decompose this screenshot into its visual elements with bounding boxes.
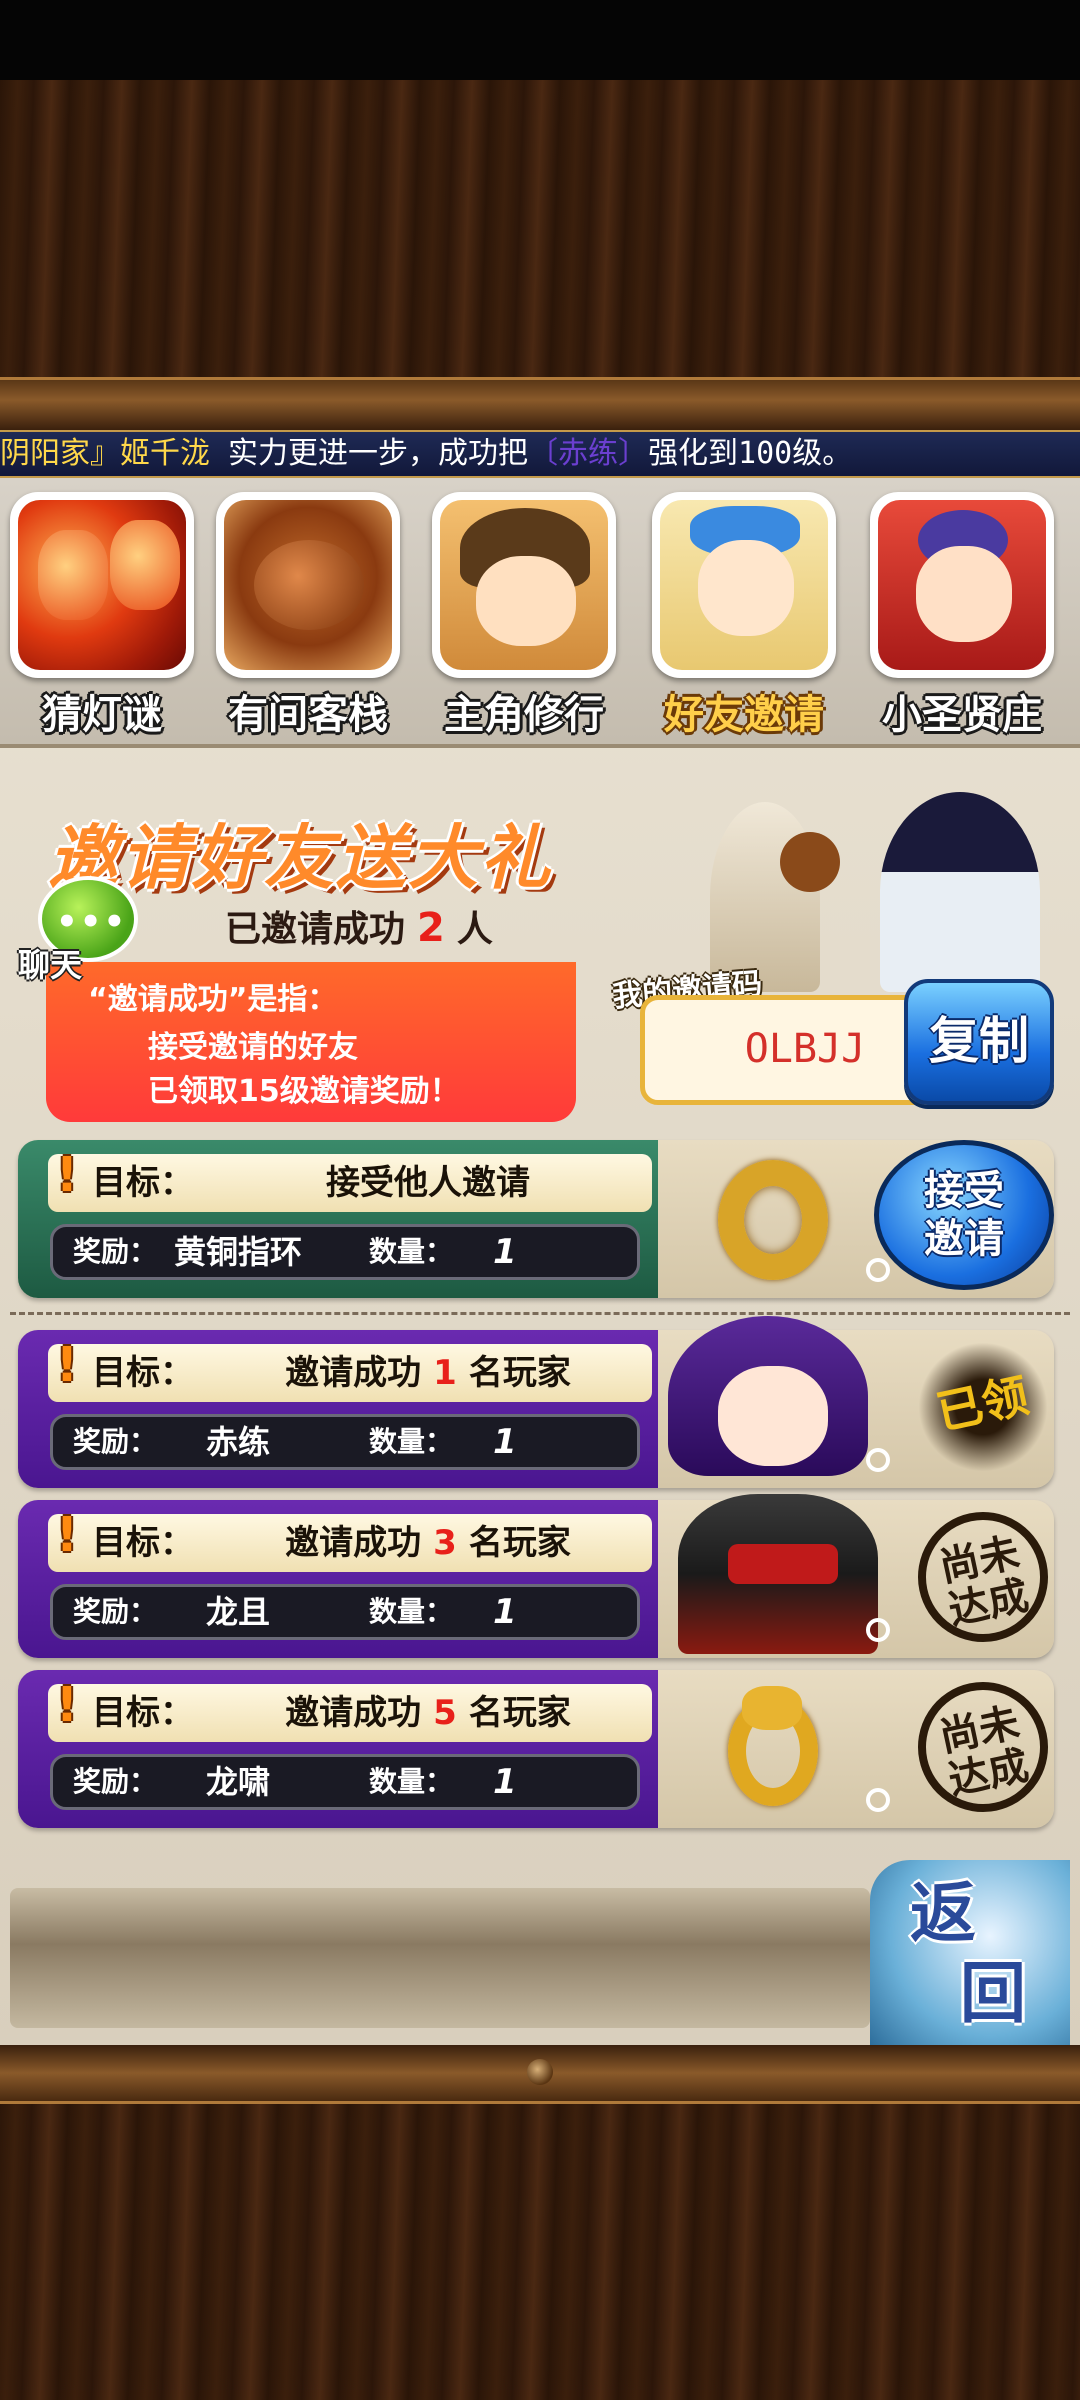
exclamation-icon: ! (56, 1507, 78, 1563)
quantity-value: 1 (493, 1762, 517, 1802)
goal-label: 目标： (92, 1353, 194, 1393)
goal-label: 目标： (92, 1693, 194, 1733)
chat-button[interactable]: ••• 聊天 (8, 876, 138, 986)
task-row: ! 目标： 邀请成功 1 名玩家 奖励： 赤练 数量： 1 已领 (18, 1316, 1061, 1488)
girl-portrait-icon (652, 492, 836, 678)
goal-text: 邀请成功 5 名玩家 (285, 1693, 571, 1733)
ticker-text: 实力更进一步，成功把 (210, 436, 529, 471)
exclamation-icon: ! (56, 1337, 78, 1393)
scroll-decoration (10, 1888, 870, 2028)
quantity-label: 数量： (369, 1425, 454, 1458)
reward-bar: 奖励： 龙且 数量： 1 (50, 1584, 640, 1640)
reward-item: 赤练 (205, 1423, 270, 1461)
invite-rule-box: “邀请成功”是指： 接受邀请的好友 已领取15级邀请奖励！ (46, 962, 576, 1122)
reward-label: 奖励： (73, 1765, 158, 1798)
magnify-icon (866, 1618, 890, 1642)
quantity-label: 数量： (369, 1765, 454, 1798)
scholar-portrait-icon (870, 492, 1054, 678)
rule-line: 已领取15级邀请奖励！ (148, 1074, 460, 1109)
goal-number: 1 (433, 1353, 457, 1393)
magnify-icon (866, 1258, 890, 1282)
invite-code-area: 我的邀请码 OLBJJ 复制 (611, 965, 1054, 1115)
task-row: ! 目标： 接受他人邀请 奖励： 黄铜指环 数量： 1 接受 邀请 (18, 1140, 1054, 1298)
quantity-label: 数量： (369, 1595, 454, 1628)
exclamation-icon: ! (56, 1147, 78, 1203)
quantity-value: 1 (493, 1592, 517, 1632)
tab-friend-invite[interactable]: 好友邀请 (646, 492, 842, 742)
tab-little-sage-manor[interactable]: 小圣贤庄 (864, 492, 1060, 742)
roast-chicken-icon (216, 492, 400, 678)
tab-label: 好友邀请 (664, 692, 824, 738)
not-achieved-stamp: 尚未 达成 (905, 1669, 1061, 1825)
goal-bar: ! 目标： 邀请成功 5 名玩家 (48, 1677, 652, 1742)
magnify-icon (866, 1448, 890, 1472)
announcement-ticker: 阴阳家』姬千泷 实力更进一步，成功把〔赤练〕强化到100级。 (0, 430, 1080, 478)
rivet-icon (527, 2059, 553, 2085)
invited-count: 2 (417, 905, 445, 951)
goal-text: 接受他人邀请 (326, 1163, 530, 1203)
reward-label: 奖励： (73, 1595, 158, 1628)
goal-number: 3 (433, 1523, 457, 1563)
goal-bar: ! 目标： 邀请成功 1 名玩家 (48, 1337, 652, 1402)
reward-item: 龙且 (205, 1593, 270, 1631)
reward-item: 黄铜指环 (173, 1233, 302, 1271)
goal-number: 5 (433, 1693, 457, 1733)
ticker-item: 〔赤练〕 (528, 436, 649, 471)
tab-inn[interactable]: 有间客栈 (210, 492, 406, 742)
wood-frame-bottom (0, 2045, 1080, 2400)
invited-prefix: 已邀请成功 (225, 909, 406, 950)
ticker-text-end: 强化到100级。 (648, 436, 853, 471)
status-bar (0, 0, 1080, 80)
goal-bar: ! 目标： 接受他人邀请 (48, 1147, 652, 1212)
quantity-value: 1 (493, 1422, 517, 1462)
not-achieved-stamp: 尚未 达成 (905, 1499, 1061, 1655)
ticker-player-name: 阴阳家』姬千泷 (0, 436, 210, 471)
goal-label: 目标： (92, 1163, 194, 1203)
claimed-stamp: 已领 (905, 1329, 1061, 1485)
activity-tabs: 猜灯谜 有间客栈 主角修行 好友邀请 小圣贤庄 (0, 478, 1080, 748)
task-row: ! 目标： 邀请成功 5 名玩家 奖励： 龙啸 数量： 1 尚未 达成 (18, 1669, 1061, 1828)
quantity-label: 数量： (369, 1235, 454, 1268)
reward-bar: 奖励： 龙啸 数量： 1 (50, 1754, 640, 1810)
reward-label: 奖励： (73, 1235, 158, 1268)
tab-label: 小圣贤庄 (882, 692, 1042, 738)
reward-bar: 奖励： 黄铜指环 数量： 1 (50, 1224, 640, 1280)
tab-label: 主角修行 (444, 692, 604, 738)
goal-text: 邀请成功 3 名玩家 (285, 1523, 571, 1563)
tab-label: 有间客栈 (228, 692, 388, 738)
lantern-icon (10, 492, 194, 678)
invited-count-line: 已邀请成功 2 人 (225, 900, 493, 952)
reward-item: 龙啸 (205, 1763, 270, 1801)
rule-line: 接受邀请的好友 (148, 1030, 358, 1065)
wood-frame-top (0, 80, 1080, 430)
quantity-value: 1 (493, 1232, 517, 1272)
invited-suffix: 人 (456, 909, 493, 950)
hero-portrait-icon (432, 492, 616, 678)
copy-button[interactable]: 复制 (904, 979, 1054, 1105)
goal-text: 邀请成功 1 名玩家 (285, 1353, 571, 1393)
goal-bar: ! 目标： 邀请成功 3 名玩家 (48, 1507, 652, 1572)
tab-protagonist-training[interactable]: 主角修行 (426, 492, 622, 742)
task-row: ! 目标： 邀请成功 3 名玩家 奖励： 龙且 数量： 1 尚未 达成 (18, 1494, 1061, 1658)
chat-label: 聊天 (18, 946, 83, 984)
back-button[interactable]: 返 回 (870, 1860, 1070, 2050)
brass-ring-icon[interactable] (678, 1150, 858, 1290)
chilian-character-icon[interactable] (648, 1316, 888, 1486)
goal-label: 目标： (92, 1523, 194, 1563)
divider (10, 1312, 1070, 1315)
rivet-icon (527, 388, 553, 414)
back-label: 回 (960, 1955, 1026, 2032)
tab-lantern-riddle[interactable]: 猜灯谜 (4, 492, 200, 742)
accept-invite-button[interactable]: 接受 邀请 (874, 1140, 1054, 1290)
reward-label: 奖励： (73, 1425, 158, 1458)
magnify-icon (866, 1788, 890, 1812)
dragon-ring-icon[interactable] (678, 1680, 858, 1820)
reward-bar: 奖励： 赤练 数量： 1 (50, 1414, 640, 1470)
tab-label: 猜灯谜 (42, 692, 162, 738)
exclamation-icon: ! (56, 1677, 78, 1733)
